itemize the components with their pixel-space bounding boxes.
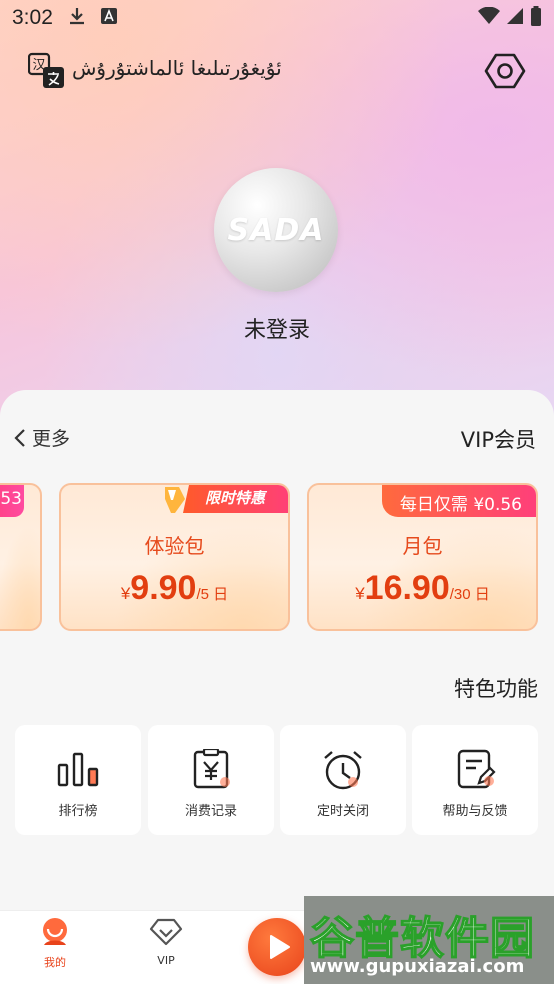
app-title: ئۇيغۇرتىلىغا ئالماشتۇرۇش bbox=[72, 56, 282, 80]
chevron-left-icon bbox=[14, 428, 25, 447]
alarm-clock-icon bbox=[324, 751, 362, 790]
feature-purchase-history[interactable]: 消费记录 bbox=[148, 725, 274, 835]
card-badge: .53 bbox=[0, 485, 24, 517]
feature-label: 排行榜 bbox=[58, 804, 98, 819]
tab-label: 我的 bbox=[44, 956, 66, 969]
play-icon bbox=[270, 935, 290, 959]
avatar[interactable]: SADA bbox=[214, 168, 338, 292]
translate-icon: 汉 bbox=[27, 52, 64, 88]
download-icon bbox=[69, 7, 85, 30]
font-icon bbox=[100, 7, 117, 29]
status-bar: 3:02 bbox=[0, 0, 554, 36]
feature-ranking[interactable]: 排行榜 bbox=[15, 725, 141, 835]
main-panel: 更多 VIP会员 .53 限时特惠 体验包 ¥9.90/5 日 每日仅需 ¥0.… bbox=[0, 390, 554, 910]
more-label: 更多 bbox=[32, 428, 71, 450]
wifi-icon bbox=[478, 6, 500, 30]
status-time: 3:02 bbox=[12, 6, 53, 29]
battery-icon bbox=[530, 5, 542, 31]
daily-price-badge: 每日仅需 ¥0.56 bbox=[381, 485, 536, 517]
card-name: 体验包 bbox=[144, 534, 205, 558]
user-icon bbox=[43, 918, 67, 945]
feature-label: 帮助与反馈 bbox=[442, 804, 508, 819]
card-price: ¥9.90/5 日 bbox=[120, 569, 229, 607]
feature-sleep-timer[interactable]: 定时关闭 bbox=[280, 725, 406, 835]
tab-label: VIP bbox=[157, 954, 175, 967]
bar-chart-icon bbox=[57, 752, 99, 787]
feature-label: 定时关闭 bbox=[316, 804, 369, 819]
card-price: ¥16.90/30 日 bbox=[355, 569, 490, 607]
top-toolbar: 汉 ئۇيغۇرتىلىغا ئالماشتۇرۇش bbox=[0, 48, 554, 96]
vip-section-title: VIP会员 bbox=[460, 428, 536, 452]
vip-card-partial[interactable]: .53 bbox=[0, 483, 42, 631]
tab-vip[interactable]: VIP bbox=[131, 917, 201, 967]
watermark: 谷普软件园 www.gupuxiazai.com bbox=[304, 896, 554, 984]
settings-button[interactable] bbox=[484, 50, 526, 92]
receipt-yen-icon bbox=[193, 749, 230, 789]
diamond-icon bbox=[149, 918, 183, 946]
vip-card-monthly[interactable]: 每日仅需 ¥0.56 月包 ¥16.90/30 日 bbox=[307, 483, 538, 631]
feature-label: 消费记录 bbox=[184, 804, 237, 819]
more-vip-link[interactable]: 更多 bbox=[14, 424, 70, 451]
card-name: 月包 bbox=[402, 534, 443, 558]
edit-note-icon bbox=[457, 749, 496, 789]
play-button[interactable] bbox=[248, 918, 306, 976]
watermark-url: www.gupuxiazai.com bbox=[310, 956, 525, 977]
avatar-logo: SADA bbox=[227, 212, 325, 248]
limited-offer-text: 限时特惠 bbox=[205, 489, 266, 507]
signal-icon bbox=[506, 6, 524, 30]
features-title: 特色功能 bbox=[454, 677, 538, 701]
language-toggle-button[interactable]: 汉 bbox=[27, 52, 66, 90]
vip-card-trial[interactable]: 限时特惠 体验包 ¥9.90/5 日 bbox=[59, 483, 290, 631]
settings-hexagon-icon bbox=[484, 53, 526, 89]
login-status[interactable]: 未登录 bbox=[0, 312, 554, 344]
tab-mine[interactable]: 我的 bbox=[20, 917, 90, 970]
feature-help-feedback[interactable]: 帮助与反馈 bbox=[412, 725, 538, 835]
